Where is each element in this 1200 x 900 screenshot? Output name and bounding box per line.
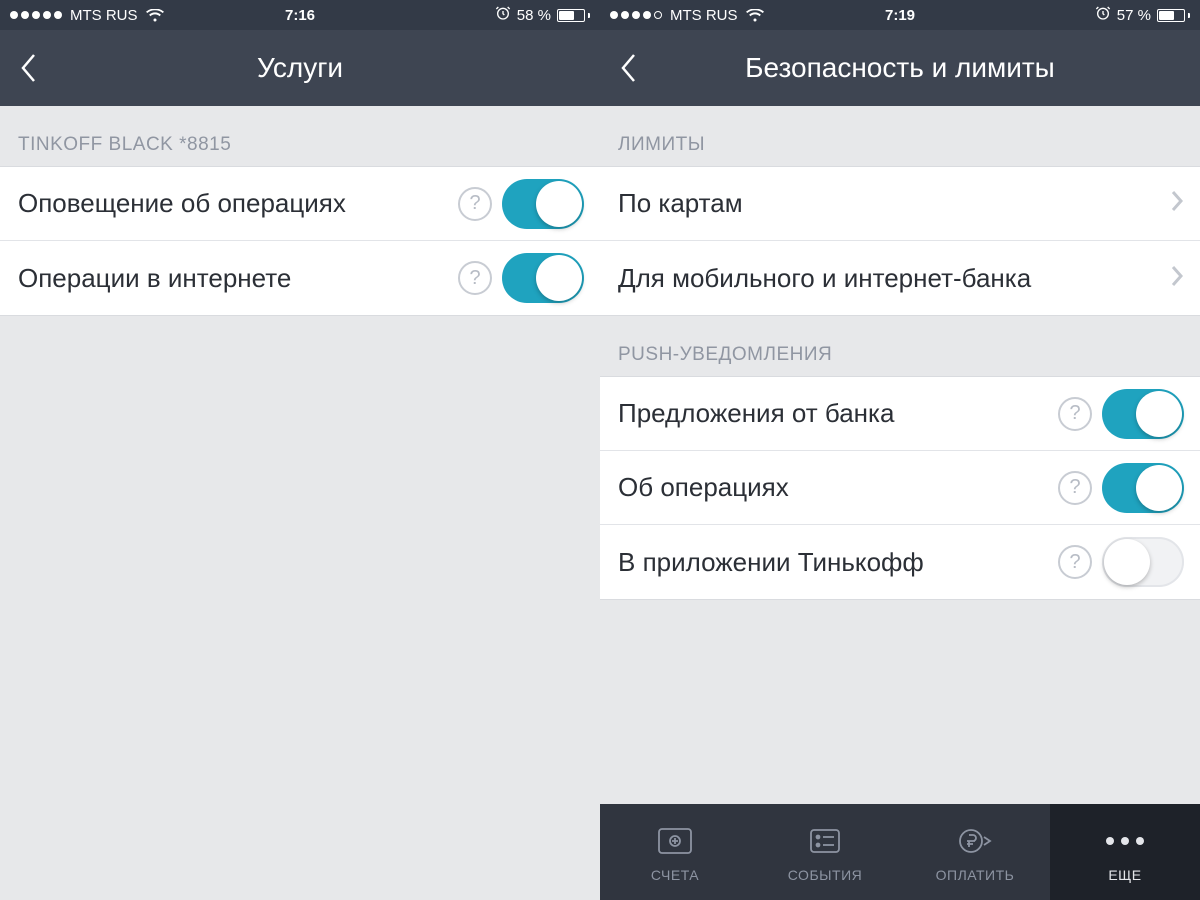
battery-pct: 58 %: [517, 7, 551, 24]
tab-label: ЕЩЕ: [1108, 867, 1141, 883]
nav-bar: Услуги: [0, 30, 600, 106]
row-label: Об операциях: [618, 472, 1048, 503]
row-push-app: В приложении Тинькофф ?: [600, 525, 1200, 599]
toggle-push-offers[interactable]: [1102, 389, 1184, 439]
row-push-ops: Об операциях ?: [600, 451, 1200, 525]
signal-dots: [610, 11, 662, 19]
chevron-right-icon: [1170, 189, 1184, 218]
events-icon: [803, 821, 847, 861]
alarm-icon: [1095, 5, 1111, 25]
row-notify-ops: Оповещение об операциях ?: [0, 167, 600, 241]
tab-accounts[interactable]: СЧЕТА: [600, 804, 750, 900]
clock: 7:19: [885, 7, 915, 24]
row-label: Операции в интернете: [18, 263, 448, 294]
row-limits-mobile-bank[interactable]: Для мобильного и интернет-банка: [600, 241, 1200, 315]
pay-icon: [953, 821, 997, 861]
status-bar: MTS RUS 7:19 57 %: [600, 0, 1200, 30]
carrier-label: MTS RUS: [70, 7, 138, 24]
wifi-icon: [746, 9, 764, 22]
help-icon[interactable]: ?: [458, 187, 492, 221]
row-limits-cards[interactable]: По картам: [600, 167, 1200, 241]
battery-icon: [1157, 9, 1190, 22]
signal-dots: [10, 11, 62, 19]
list-limits: По картам Для мобильного и интернет-банк…: [600, 166, 1200, 316]
back-button[interactable]: [0, 30, 56, 106]
help-icon[interactable]: ?: [1058, 545, 1092, 579]
section-header-account: TINKOFF BLACK *8815: [0, 106, 600, 166]
page-title: Услуги: [257, 52, 343, 84]
list-push: Предложения от банка ? Об операциях ? В …: [600, 376, 1200, 600]
row-label: Оповещение об операциях: [18, 188, 448, 219]
row-label: В приложении Тинькофф: [618, 547, 1048, 578]
content-area: TINKOFF BLACK *8815 Оповещение об операц…: [0, 106, 600, 900]
tab-label: СОБЫТИЯ: [788, 867, 863, 883]
help-icon[interactable]: ?: [1058, 397, 1092, 431]
row-label: Для мобильного и интернет-банка: [618, 263, 1160, 294]
accounts-icon: [653, 821, 697, 861]
help-icon[interactable]: ?: [1058, 471, 1092, 505]
chevron-right-icon: [1170, 264, 1184, 293]
status-bar: MTS RUS 7:16 58 %: [0, 0, 600, 30]
help-icon[interactable]: ?: [458, 261, 492, 295]
tab-label: ОПЛАТИТЬ: [936, 867, 1015, 883]
content-area: ЛИМИТЫ По картам Для мобильного и интерн…: [600, 106, 1200, 804]
phone-left: MTS RUS 7:16 58 % Услуги TINKOFF BLACK *…: [0, 0, 600, 900]
toggle-notify-ops[interactable]: [502, 179, 584, 229]
tab-events[interactable]: СОБЫТИЯ: [750, 804, 900, 900]
carrier-label: MTS RUS: [670, 7, 738, 24]
alarm-icon: [495, 5, 511, 25]
row-push-offers: Предложения от банка ?: [600, 377, 1200, 451]
toggle-push-app[interactable]: [1102, 537, 1184, 587]
back-button[interactable]: [600, 30, 656, 106]
tab-bar: СЧЕТА СОБЫТИЯ ОПЛАТИТЬ ЕЩЕ: [600, 804, 1200, 900]
page-title: Безопасность и лимиты: [745, 52, 1055, 84]
battery-icon: [557, 9, 590, 22]
phone-right: MTS RUS 7:19 57 % Безопасность и лимиты …: [600, 0, 1200, 900]
nav-bar: Безопасность и лимиты: [600, 30, 1200, 106]
clock: 7:16: [285, 7, 315, 24]
row-label: По картам: [618, 188, 1160, 219]
tab-more[interactable]: ЕЩЕ: [1050, 804, 1200, 900]
section-header-push: PUSH-УВЕДОМЛЕНИЯ: [600, 316, 1200, 376]
wifi-icon: [146, 9, 164, 22]
more-icon: [1106, 821, 1144, 861]
tab-label: СЧЕТА: [651, 867, 699, 883]
row-label: Предложения от банка: [618, 398, 1048, 429]
section-header-limits: ЛИМИТЫ: [600, 106, 1200, 166]
tab-pay[interactable]: ОПЛАТИТЬ: [900, 804, 1050, 900]
battery-pct: 57 %: [1117, 7, 1151, 24]
toggle-internet-ops[interactable]: [502, 253, 584, 303]
list-services: Оповещение об операциях ? Операции в инт…: [0, 166, 600, 316]
toggle-push-ops[interactable]: [1102, 463, 1184, 513]
row-internet-ops: Операции в интернете ?: [0, 241, 600, 315]
